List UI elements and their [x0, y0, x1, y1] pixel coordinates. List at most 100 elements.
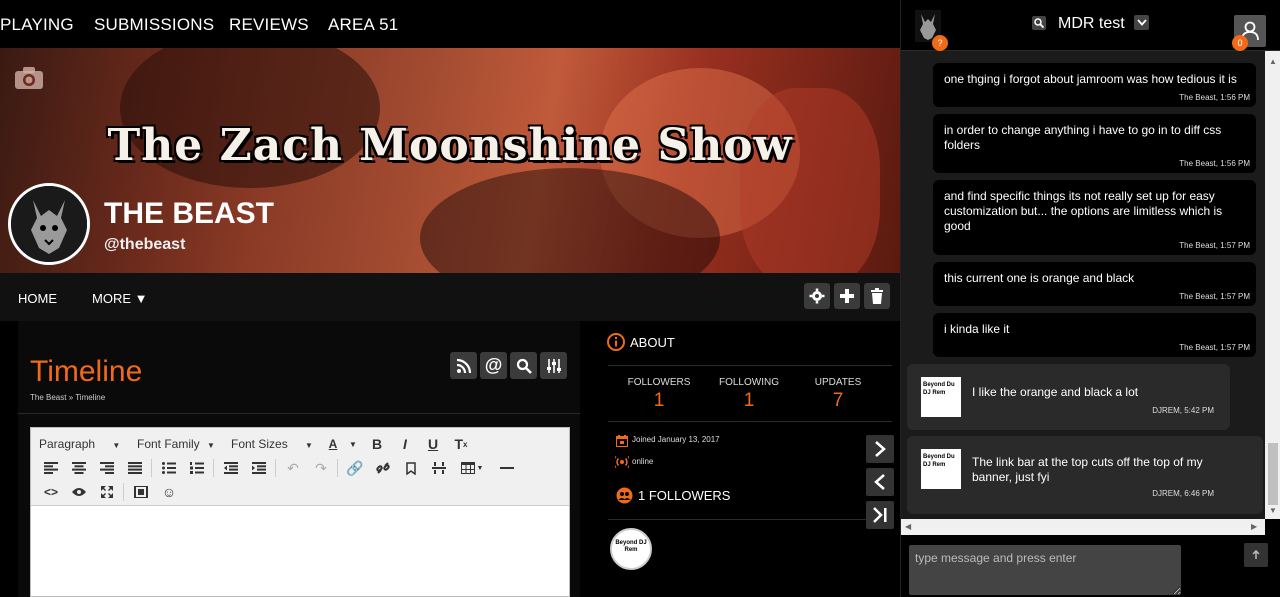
link-icon[interactable]: 🔗 [345, 458, 365, 478]
scroll-top-button[interactable] [1244, 543, 1268, 567]
horizontal-scrollbar[interactable]: ◀ ▶ [901, 519, 1265, 535]
add-button[interactable] [834, 283, 860, 309]
top-nav: PLAYING SUBMISSIONS REVIEWS AREA 51 [0, 0, 900, 48]
align-left-icon[interactable] [41, 458, 61, 478]
online-status: online [632, 457, 654, 466]
chat-message-input[interactable] [909, 545, 1181, 595]
menu-home[interactable]: HOME [18, 291, 57, 306]
last-button[interactable] [866, 501, 894, 529]
code-icon[interactable]: <> [41, 482, 61, 502]
breadcrumb[interactable]: The Beast » Timeline [30, 393, 105, 402]
sender-avatar[interactable]: Beyond Du DJ Rem [921, 377, 961, 417]
camera-icon[interactable] [14, 66, 44, 90]
followers-label: FOLLOWERS [627, 377, 691, 388]
text-color-icon[interactable]: A [323, 434, 343, 454]
follower-avatar[interactable]: Beyond DJ Rem [610, 528, 652, 570]
nav-playing[interactable]: PLAYING [0, 15, 74, 35]
followers-heading: 1 FOLLOWERS [638, 488, 731, 503]
trash-icon [871, 288, 883, 304]
message-text: I like the orange and black a lot [972, 385, 1139, 399]
message-text: i kinda like it [944, 322, 1010, 336]
updates-label: UPDATES [814, 377, 862, 388]
profile-avatar[interactable] [8, 183, 90, 265]
rss-icon [456, 358, 471, 373]
rss-button[interactable] [450, 352, 477, 379]
divider [608, 421, 892, 422]
menu-more[interactable]: MORE ▼ [92, 291, 147, 306]
timeline-panel: Timeline The Beast » Timeline @ Paragrap… [18, 321, 580, 597]
undo-icon[interactable]: ↶ [283, 458, 303, 478]
profile-handle[interactable]: @thebeast [104, 236, 185, 254]
unlink-icon[interactable] [373, 458, 393, 478]
indent-icon[interactable] [249, 458, 269, 478]
message-text: this current one is orange and black [944, 271, 1135, 285]
message-meta: DJREM, 5:42 PM [1152, 406, 1214, 415]
font-sizes-label: Font Sizes [231, 437, 288, 451]
nav-submissions[interactable]: SUBMISSIONS [94, 15, 214, 35]
redo-icon[interactable]: ↷ [311, 458, 331, 478]
chevron-down-icon[interactable] [1134, 15, 1149, 30]
emoticon-icon[interactable]: ☺ [159, 482, 179, 502]
previous-button[interactable] [866, 468, 894, 496]
message-text: one thging i forgot about jamroom was ho… [944, 72, 1237, 86]
paragraph-dropdown[interactable]: Paragraph ▼ [39, 437, 120, 451]
search-icon [516, 358, 532, 374]
plus-icon [840, 289, 854, 303]
underline-icon[interactable]: U [423, 434, 443, 454]
sender-avatar-text: Beyond Du DJ Rem [923, 382, 955, 396]
message-meta: The Beast, 1:56 PM [1179, 93, 1250, 102]
numbered-list-icon[interactable] [187, 458, 207, 478]
online-signal-icon [613, 455, 631, 473]
nav-area-51[interactable]: AREA 51 [328, 15, 398, 35]
font-family-dropdown[interactable]: Font Family ▼ [137, 437, 215, 451]
rich-text-editor: Paragraph ▼ Font Family ▼ Font Sizes ▼ A… [30, 427, 570, 597]
vertical-scrollbar[interactable]: ▲ ▼ [1265, 51, 1280, 519]
font-family-label: Font Family [137, 437, 200, 451]
bookmark-icon[interactable] [401, 458, 421, 478]
italic-icon[interactable]: I [395, 434, 415, 454]
profile-menu: HOME MORE ▼ [0, 273, 900, 321]
clear-format-icon[interactable]: Tx [451, 434, 471, 454]
align-justify-icon[interactable] [125, 458, 145, 478]
delete-button[interactable] [864, 283, 890, 309]
divider [608, 365, 892, 366]
updates-count[interactable]: 7 [793, 390, 883, 412]
calendar-icon [616, 434, 628, 452]
chevron-down-icon[interactable]: ▼ [343, 434, 363, 454]
message-meta: The Beast, 1:57 PM [1179, 292, 1250, 301]
filter-button[interactable] [540, 352, 567, 379]
chat-room-name[interactable]: MDR test [1058, 15, 1125, 33]
message-meta: DJREM, 6:46 PM [1152, 489, 1214, 498]
chat-message: in order to change anything i have to go… [933, 114, 1256, 173]
mention-button[interactable]: @ [480, 352, 507, 379]
chat-messages: one thging i forgot about jamroom was ho… [901, 51, 1265, 519]
next-button[interactable] [866, 435, 894, 463]
media-icon[interactable] [131, 482, 151, 502]
align-center-icon[interactable] [69, 458, 89, 478]
nav-reviews[interactable]: REVIEWS [229, 15, 309, 35]
sender-avatar[interactable]: Beyond Du DJ Rem [921, 449, 961, 489]
settings-button[interactable] [804, 283, 830, 309]
search-button[interactable] [510, 352, 537, 379]
horizontal-rule-icon[interactable] [497, 458, 517, 478]
preview-eye-icon[interactable] [69, 482, 89, 502]
search-icon[interactable] [1032, 16, 1046, 30]
outdent-icon[interactable] [221, 458, 241, 478]
editor-toolbar: Paragraph ▼ Font Family ▼ Font Sizes ▼ A… [31, 428, 569, 506]
align-right-icon[interactable] [97, 458, 117, 478]
user-count-badge[interactable]: 0 [1232, 35, 1248, 51]
chevron-right-icon [875, 441, 886, 457]
font-sizes-dropdown[interactable]: Font Sizes ▼ [231, 437, 313, 451]
page-break-icon[interactable] [429, 458, 449, 478]
table-icon[interactable]: ▼ [457, 458, 487, 478]
notification-badge[interactable]: ? [932, 35, 948, 51]
message-text: in order to change anything i have to go… [944, 123, 1222, 152]
chat-message: and find specific things its not really … [933, 180, 1256, 255]
divider [608, 519, 892, 520]
fullscreen-icon[interactable] [97, 482, 117, 502]
joined-date: Joined January 13, 2017 [632, 435, 720, 444]
following-count[interactable]: 1 [704, 390, 794, 412]
bullet-list-icon[interactable] [159, 458, 179, 478]
bold-icon[interactable]: B [367, 434, 387, 454]
followers-count[interactable]: 1 [614, 390, 704, 412]
